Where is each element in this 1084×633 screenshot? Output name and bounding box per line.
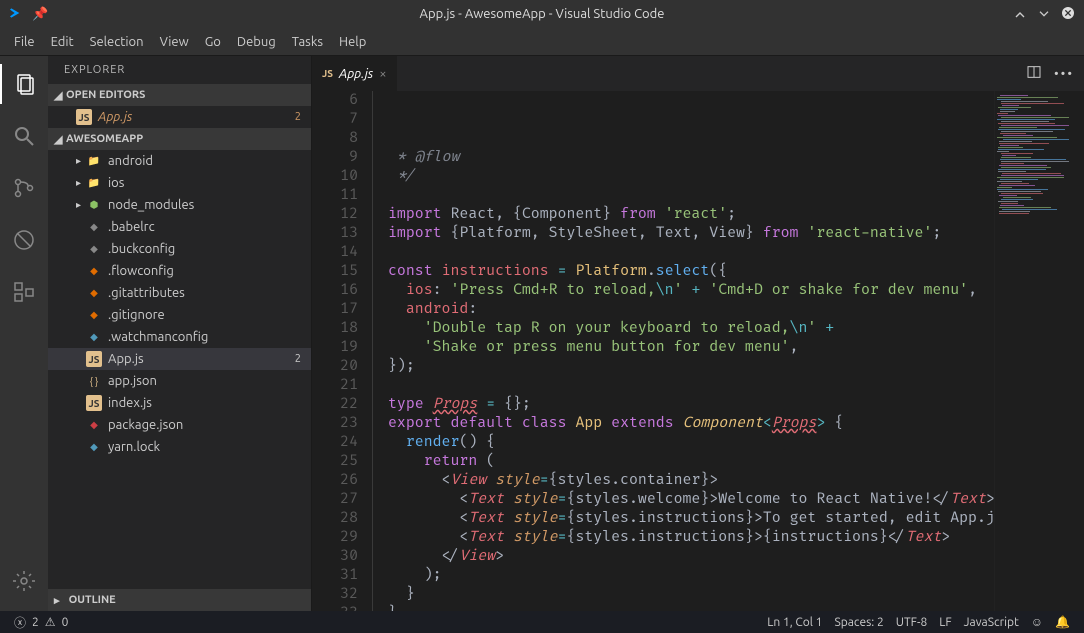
tab-label: App.js	[339, 67, 373, 81]
file-name: app.json	[108, 374, 157, 388]
status-feedback-icon[interactable]: ☺	[1025, 615, 1049, 629]
activity-settings[interactable]	[0, 561, 48, 601]
menubar: File Edit Selection View Go Debug Tasks …	[0, 28, 1084, 56]
line-gutter: 6789101112131415161718192021222324252627…	[312, 91, 372, 611]
activity-extensions[interactable]	[0, 272, 48, 312]
status-spaces[interactable]: Spaces: 2	[828, 615, 889, 629]
menu-tasks[interactable]: Tasks	[284, 31, 331, 53]
file-item[interactable]: JSindex.js	[48, 392, 311, 414]
sidebar-title: EXPLORER	[48, 56, 311, 84]
status-ln-col[interactable]: Ln 1, Col 1	[761, 615, 828, 629]
editor-area: JS App.js × ••• 678910111213141516171819…	[312, 56, 1084, 611]
activity-git[interactable]	[0, 168, 48, 208]
vscode-icon	[8, 5, 24, 24]
open-editor-name: App.js	[98, 110, 132, 124]
error-icon: ⓧ	[14, 614, 26, 631]
activity-debug[interactable]	[0, 220, 48, 260]
project-label: AWESOMEAPP	[66, 133, 143, 145]
file-name: yarn.lock	[108, 440, 160, 454]
project-header[interactable]: ◢AWESOMEAPP	[48, 128, 311, 150]
file-name: ios	[108, 176, 124, 190]
code-editor[interactable]: 6789101112131415161718192021222324252627…	[312, 91, 1084, 611]
file-name: .watchmanconfig	[108, 330, 208, 344]
file-item[interactable]: ▸📁android	[48, 150, 311, 172]
file-name: index.js	[108, 396, 152, 410]
more-icon[interactable]: •••	[1054, 67, 1074, 81]
file-item[interactable]: JSApp.js2	[48, 348, 311, 370]
menu-view[interactable]: View	[152, 31, 197, 53]
status-errors[interactable]: ⓧ2 ⚠0	[8, 614, 74, 631]
file-item[interactable]: { }app.json	[48, 370, 311, 392]
file-name: App.js	[108, 352, 144, 366]
file-item[interactable]: ▸📁ios	[48, 172, 311, 194]
file-name: .buckconfig	[108, 242, 175, 256]
sidebar: EXPLORER ◢OPEN EDITORS JS App.js 2 ◢AWES…	[48, 56, 312, 611]
js-icon: JS	[322, 68, 333, 79]
activity-search[interactable]	[0, 116, 48, 156]
file-item[interactable]: ◆package.json	[48, 414, 311, 436]
open-editors-header[interactable]: ◢OPEN EDITORS	[48, 84, 311, 106]
status-lang[interactable]: JavaScript	[958, 615, 1025, 629]
file-name: package.json	[108, 418, 183, 432]
maximize-icon[interactable]	[1036, 5, 1052, 24]
code-content[interactable]: * @flow */import React, {Component} from…	[372, 91, 994, 611]
status-eol[interactable]: LF	[933, 615, 957, 629]
status-encoding[interactable]: UTF-8	[890, 615, 933, 629]
close-icon[interactable]: ×	[379, 67, 386, 81]
menu-file[interactable]: File	[6, 31, 43, 53]
file-item[interactable]: ◆.gitignore	[48, 304, 311, 326]
file-name: .gitattributes	[108, 286, 185, 300]
menu-debug[interactable]: Debug	[229, 31, 284, 53]
close-icon[interactable]	[1060, 5, 1076, 24]
editor-tabs: JS App.js × •••	[312, 56, 1084, 91]
window-title: App.js - AwesomeApp - Visual Studio Code	[420, 7, 665, 21]
minimize-icon[interactable]	[1012, 5, 1028, 24]
status-bell-icon[interactable]: 🔔	[1049, 615, 1076, 629]
split-editor-icon[interactable]	[1026, 64, 1042, 83]
activity-explorer[interactable]	[0, 64, 48, 104]
file-name: .gitignore	[108, 308, 165, 322]
js-icon: JS	[76, 109, 92, 125]
activity-bar	[0, 56, 48, 611]
file-item[interactable]: ◆.watchmanconfig	[48, 326, 311, 348]
outline-header[interactable]: ▸ OUTLINE	[48, 589, 311, 611]
file-tree: ▸📁android▸📁ios▸⬢node_modules◆.babelrc◆.b…	[48, 150, 311, 589]
outline-label: OUTLINE	[69, 594, 116, 606]
open-editor-badge: 2	[295, 111, 301, 123]
file-name: node_modules	[108, 198, 194, 212]
file-item[interactable]: ◆.babelrc	[48, 216, 311, 238]
tab-app-js[interactable]: JS App.js ×	[312, 56, 398, 91]
menu-help[interactable]: Help	[331, 31, 374, 53]
file-item[interactable]: ◆.flowconfig	[48, 260, 311, 282]
menu-edit[interactable]: Edit	[43, 31, 82, 53]
minimap[interactable]	[994, 91, 1084, 611]
file-item[interactable]: ◆.gitattributes	[48, 282, 311, 304]
open-editors-label: OPEN EDITORS	[66, 89, 145, 101]
file-badge: 2	[295, 353, 301, 365]
pin-icon[interactable]: 📌	[32, 7, 48, 22]
window-titlebar: 📌 App.js - AwesomeApp - Visual Studio Co…	[0, 0, 1084, 28]
menu-go[interactable]: Go	[197, 31, 229, 53]
file-name: .babelrc	[108, 220, 155, 234]
file-item[interactable]: ◆yarn.lock	[48, 436, 311, 458]
file-name: android	[108, 154, 153, 168]
status-bar: ⓧ2 ⚠0 Ln 1, Col 1 Spaces: 2 UTF-8 LF Jav…	[0, 611, 1084, 633]
open-editor-item[interactable]: JS App.js 2	[48, 106, 311, 128]
file-item[interactable]: ◆.buckconfig	[48, 238, 311, 260]
warning-icon: ⚠	[45, 615, 56, 629]
file-item[interactable]: ▸⬢node_modules	[48, 194, 311, 216]
file-name: .flowconfig	[108, 264, 174, 278]
menu-selection[interactable]: Selection	[82, 31, 152, 53]
